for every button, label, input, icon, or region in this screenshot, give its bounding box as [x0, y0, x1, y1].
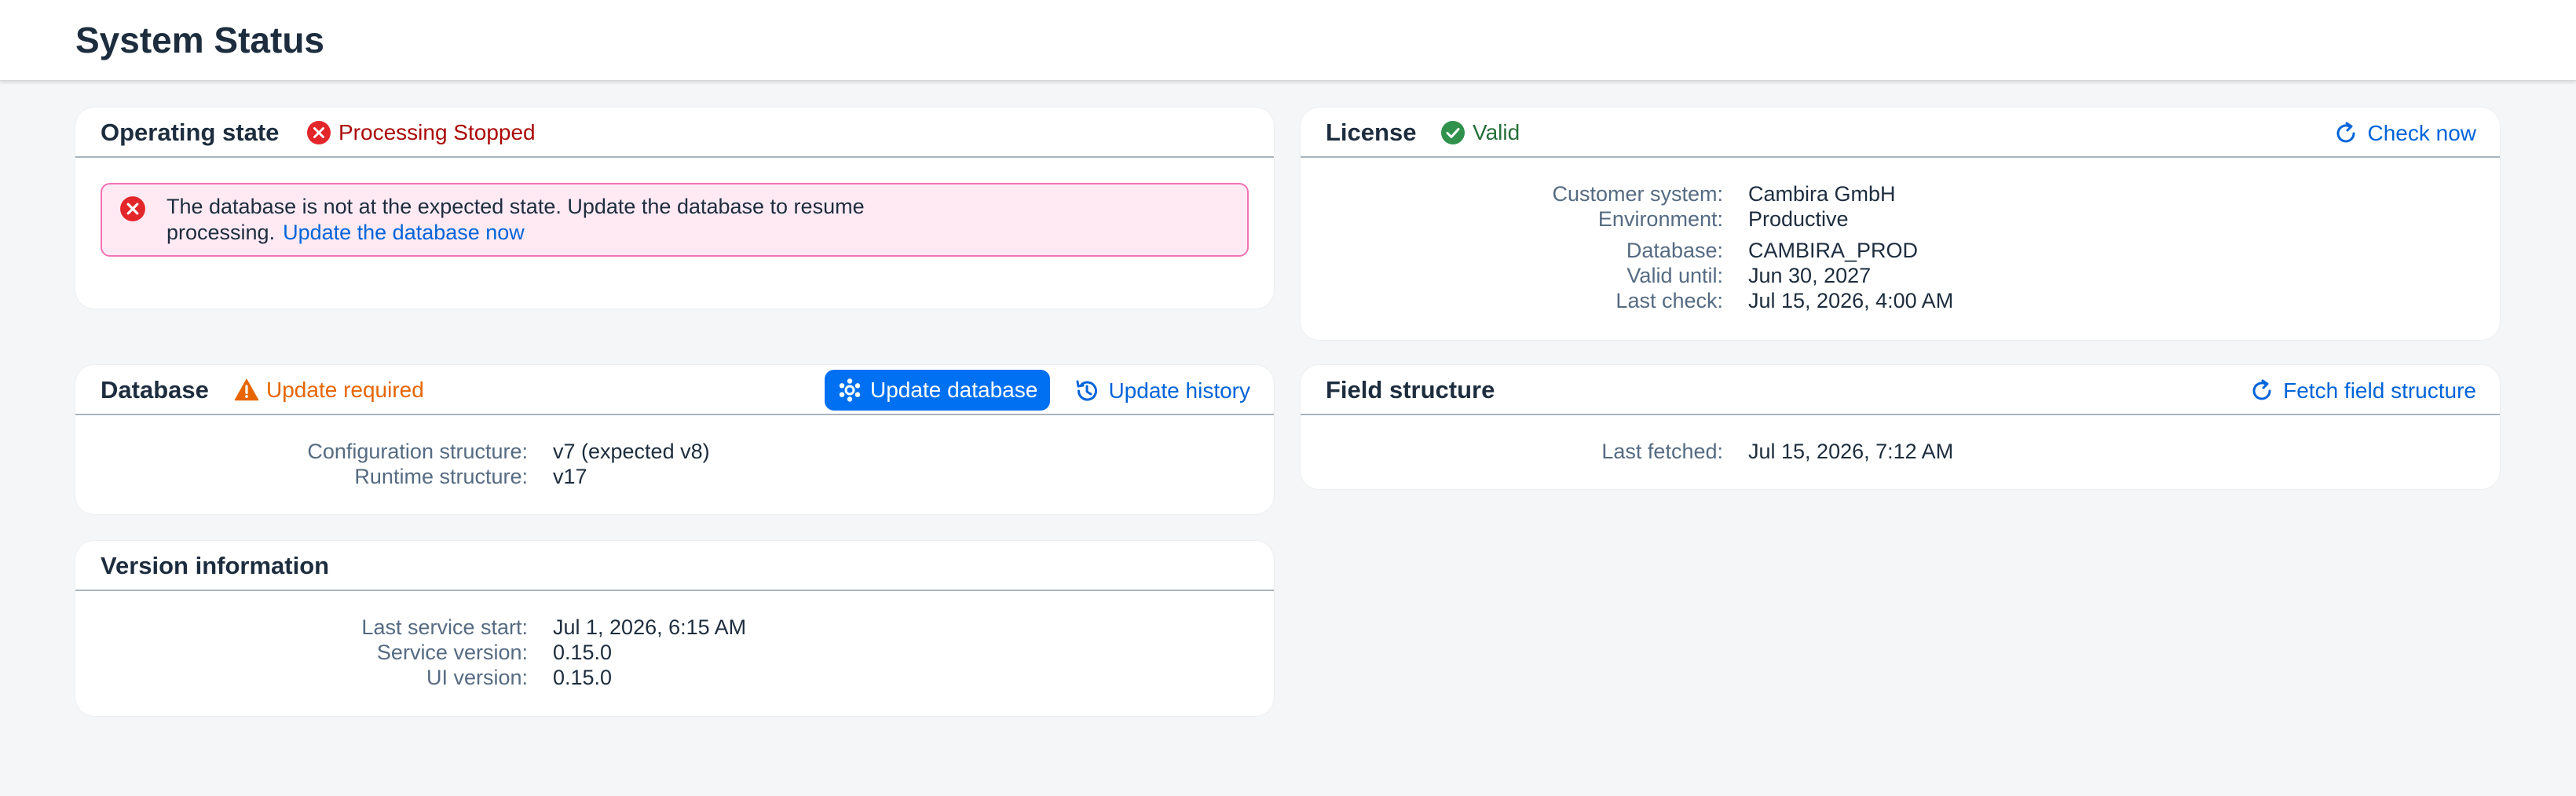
database-header: Database Update required Update database — [75, 365, 1274, 415]
operating-state-title: Operating state — [101, 119, 280, 146]
detail-row: Environment: Productive — [1497, 206, 1953, 232]
refresh-icon — [2336, 122, 2355, 143]
error-circle-icon — [307, 121, 331, 144]
detail-row: Runtime structure: v17 — [151, 464, 710, 489]
detail-label: Service version: — [376, 641, 528, 664]
operating-state-header: Operating state Processing Stopped — [75, 108, 1274, 158]
operating-state-status-text: Processing Stopped — [338, 120, 536, 144]
license-status-text: Valid — [1473, 120, 1520, 144]
detail-row: Configuration structure: v7 (expected v8) — [151, 439, 710, 464]
detail-row: Last service start: Jul 1, 2026, 6:15 AM — [151, 615, 746, 640]
detail-label: Database: — [1626, 239, 1723, 262]
detail-row: Database: CAMBIRA_PROD — [1497, 238, 1953, 263]
success-check-icon — [1441, 121, 1465, 144]
database-title: Database — [101, 376, 209, 403]
license-details: Customer system: Cambira GmbH Environment… — [1497, 181, 1953, 313]
detail-row: Service version: 0.15.0 — [151, 640, 746, 665]
detail-value: Jun 30, 2027 — [1748, 264, 1872, 287]
version-info-header: Version information — [75, 541, 1274, 591]
detail-row: Valid until: Jun 30, 2027 — [1497, 263, 1953, 288]
detail-label: Last service start: — [361, 615, 528, 639]
fetch-field-structure-button[interactable]: Fetch field structure — [2249, 374, 2476, 407]
detail-row: Last check: Jul 15, 2026, 4:00 AM — [1497, 288, 1953, 313]
field-structure-details: Last fetched: Jul 15, 2026, 7:12 AM — [1497, 439, 1953, 464]
detail-label: Configuration structure: — [307, 440, 528, 463]
license-title: License — [1326, 119, 1417, 146]
version-info-card: Version information Last service start: J… — [75, 541, 1274, 716]
detail-label: Valid until: — [1626, 264, 1723, 287]
license-status: Valid — [1440, 120, 1520, 145]
update-history-button[interactable]: Update history — [1074, 374, 1250, 407]
detail-label: Runtime structure: — [354, 465, 528, 488]
operating-state-status: Processing Stopped — [306, 120, 536, 145]
database-update-icon — [839, 378, 861, 402]
page-title: System Status — [75, 20, 325, 60]
warning-triangle-icon — [234, 378, 259, 401]
detail-label: Last check: — [1615, 289, 1723, 312]
detail-label: Customer system: — [1552, 182, 1723, 206]
license-card: License Valid Check now Customer system:… — [1301, 108, 2500, 340]
page-header: System Status — [0, 0, 2576, 81]
database-details: Configuration structure: v7 (expected v8)… — [151, 439, 710, 489]
field-structure-title: Field structure — [1326, 376, 1495, 403]
field-structure-header: Field structure Fetch field structure — [1301, 365, 2500, 415]
field-structure-card: Field structure Fetch field structure La… — [1301, 365, 2500, 489]
detail-row: Customer system: Cambira GmbH — [1497, 181, 1953, 206]
detail-value: Jul 15, 2026, 7:12 AM — [1748, 440, 1954, 463]
detail-value: v7 (expected v8) — [553, 440, 710, 463]
detail-label: Environment: — [1597, 207, 1723, 231]
detail-value: CAMBIRA_PROD — [1748, 239, 1919, 262]
update-database-label: Update database — [870, 378, 1038, 402]
database-card: Database Update required Update database — [75, 365, 1274, 514]
detail-value: v17 — [553, 465, 587, 488]
version-info-title: Version information — [101, 552, 330, 579]
detail-value: Productive — [1748, 207, 1849, 231]
version-info-details: Last service start: Jul 1, 2026, 6:15 AM … — [151, 615, 746, 690]
detail-label: Last fetched: — [1601, 440, 1723, 463]
error-message-text: The database is not at the expected stat… — [166, 194, 952, 246]
error-message-strip: The database is not at the expected stat… — [101, 183, 1249, 257]
fetch-field-structure-label: Fetch field structure — [2283, 378, 2476, 403]
update-history-label: Update history — [1108, 378, 1250, 403]
detail-row: Last fetched: Jul 15, 2026, 7:12 AM — [1497, 439, 1953, 464]
database-status: Update required — [234, 378, 424, 403]
detail-value: 0.15.0 — [553, 641, 613, 664]
detail-row: UI version: 0.15.0 — [151, 665, 746, 690]
check-now-button[interactable]: Check now — [2333, 117, 2476, 150]
detail-label: UI version: — [426, 666, 528, 689]
history-icon — [1076, 380, 1098, 401]
update-database-button[interactable]: Update database — [825, 370, 1051, 411]
license-header: License Valid Check now — [1301, 108, 2500, 158]
check-now-label: Check now — [2367, 121, 2476, 145]
detail-value: Cambira GmbH — [1748, 182, 1896, 206]
database-status-text: Update required — [266, 378, 424, 402]
error-circle-icon — [120, 196, 145, 221]
refresh-icon — [2252, 379, 2271, 400]
detail-value: Jul 1, 2026, 6:15 AM — [553, 615, 747, 639]
update-database-link[interactable]: Update the database now — [283, 221, 525, 244]
detail-value: 0.15.0 — [553, 666, 613, 689]
detail-value: Jul 15, 2026, 4:00 AM — [1748, 289, 1954, 312]
operating-state-card: Operating state Processing Stopped The d… — [75, 108, 1274, 309]
